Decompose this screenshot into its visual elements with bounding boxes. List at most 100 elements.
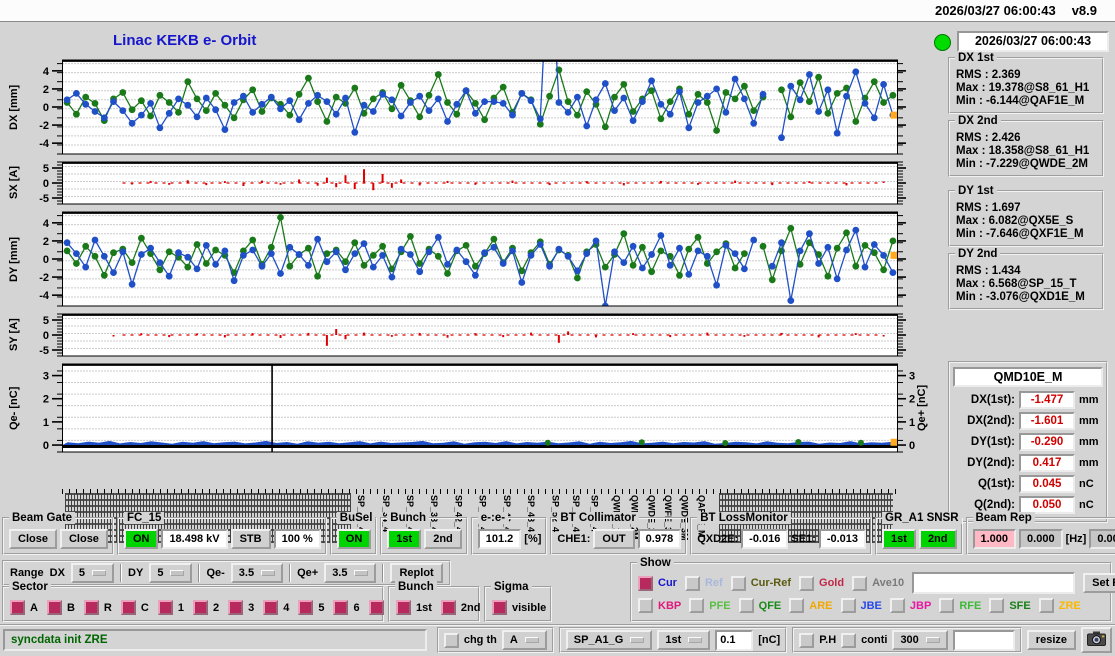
range-qe-select[interactable]: 3.5	[230, 563, 284, 583]
resize-button[interactable]: resize	[1026, 630, 1076, 650]
sector-4-checkbox[interactable]	[263, 600, 279, 615]
range-dx-select[interactable]: 5	[70, 563, 115, 583]
sector-b-toggle[interactable]: B	[46, 600, 75, 615]
show-cur-ref-toggle[interactable]: Cur-Ref	[730, 575, 792, 591]
bunch-1st-checkbox[interactable]	[396, 600, 411, 615]
sector-5-checkbox[interactable]	[298, 600, 314, 615]
show-cur-ref-label: Cur-Ref	[750, 577, 792, 589]
show-gold-toggle[interactable]: Gold	[799, 575, 844, 591]
ph-toggle[interactable]: P.H	[799, 632, 836, 648]
sector-1-toggle[interactable]: 1	[157, 600, 184, 615]
show-ave10-checkbox[interactable]	[852, 575, 868, 591]
ref-name-input[interactable]	[912, 572, 1076, 594]
sensor-select[interactable]: SP_A1_G	[565, 630, 653, 650]
show-pfe-checkbox[interactable]	[689, 598, 705, 613]
sector-6-checkbox[interactable]	[333, 600, 349, 615]
range-dy-select[interactable]: 5	[149, 563, 193, 583]
sector-3-checkbox[interactable]	[228, 600, 244, 615]
svg-text:0: 0	[43, 330, 49, 342]
show-sfe-checkbox[interactable]	[989, 598, 1005, 613]
beam-gate-close-button[interactable]: Close	[9, 529, 57, 549]
show-ref-checkbox[interactable]	[684, 575, 700, 591]
gr-a1-snsr-2nd-button[interactable]: 2nd	[918, 529, 957, 549]
show-kbp-checkbox[interactable]	[638, 598, 653, 613]
option-menu-glyph	[354, 570, 369, 576]
show-ref-toggle[interactable]: Ref	[684, 575, 723, 591]
show-cur-ref-checkbox[interactable]	[730, 575, 746, 591]
replot-button[interactable]: Replot	[390, 563, 443, 583]
sector-2-toggle[interactable]: 2	[192, 600, 219, 615]
chg-th-checkbox[interactable]	[443, 632, 459, 648]
show-are-checkbox[interactable]	[789, 598, 805, 613]
monitor-row-value: -1.601	[1019, 412, 1075, 430]
bt-collimator-out-button[interactable]: OUT	[593, 529, 635, 549]
show-qfe-toggle[interactable]: QFE	[738, 598, 781, 613]
charge-threshold-input[interactable]	[715, 629, 754, 651]
monitor-row-dx-1st: DX(1st): -1.477 mm	[953, 391, 1103, 409]
show-qfe-checkbox[interactable]	[738, 598, 754, 613]
monitor-row-dy-1st: DY(1st): -0.290 mm	[953, 433, 1103, 451]
bunch-1st-toggle[interactable]: 1st	[396, 600, 432, 615]
show-jbp-toggle[interactable]: JBP	[889, 598, 931, 613]
svg-text:0: 0	[43, 254, 49, 266]
conti-toggle[interactable]: conti	[841, 632, 887, 648]
set-ref-button[interactable]: Set Ref	[1083, 573, 1115, 593]
sector-6-toggle[interactable]: 6	[333, 600, 360, 615]
bunch-2nd-toggle[interactable]: 2nd	[440, 600, 480, 615]
sigma-visible-toggle[interactable]: visible	[492, 600, 546, 615]
chg-th-toggle[interactable]: chg th	[443, 632, 497, 648]
show-rfe-toggle[interactable]: RFE	[939, 598, 981, 613]
sector-c-checkbox[interactable]	[120, 600, 136, 615]
threshold-a-select[interactable]: A	[501, 630, 547, 650]
show-ave10-toggle[interactable]: Ave10	[852, 575, 904, 591]
beam-gate-close-button[interactable]: Close	[59, 529, 108, 549]
ph-checkbox[interactable]	[799, 632, 815, 648]
sector-a-toggle[interactable]: A	[10, 600, 38, 615]
show-rfe-checkbox[interactable]	[939, 598, 955, 613]
sector-c-toggle[interactable]: C	[120, 600, 149, 615]
show-jbe-toggle[interactable]: JBE	[840, 598, 882, 613]
sector-3-toggle[interactable]: 3	[228, 600, 254, 615]
sector-1-checkbox[interactable]	[157, 600, 173, 615]
stat-min-label: Min :	[956, 228, 987, 240]
sector-r-toggle[interactable]: R	[83, 600, 112, 615]
fc-15-on-button[interactable]: ON	[123, 529, 159, 549]
show-are-toggle[interactable]: ARE	[789, 598, 833, 613]
gr-a1-snsr-1st-button[interactable]: 1st	[882, 529, 916, 549]
sigma-visible-checkbox[interactable]	[492, 600, 507, 615]
bunch-order-select[interactable]: 1st	[657, 630, 711, 650]
bunch-2nd-button[interactable]: 2nd	[424, 529, 462, 549]
show-zre-checkbox[interactable]	[1038, 598, 1054, 613]
sector-r-checkbox[interactable]	[83, 600, 99, 615]
show-zre-toggle[interactable]: ZRE	[1038, 598, 1081, 613]
conti-checkbox[interactable]	[841, 632, 857, 648]
sector-2-checkbox[interactable]	[192, 600, 208, 615]
sector-5-toggle[interactable]: 5	[298, 600, 324, 615]
show-pfe-toggle[interactable]: PFE	[689, 598, 731, 613]
show-jbp-checkbox[interactable]	[889, 598, 905, 613]
busel-on-button[interactable]: ON	[336, 529, 372, 549]
show-sfe-toggle[interactable]: SFE	[989, 598, 1031, 613]
range-dy-label: DY	[128, 567, 144, 579]
bunch-2nd-checkbox[interactable]	[440, 600, 456, 615]
sector-4-toggle[interactable]: 4	[263, 600, 289, 615]
show-kbp-toggle[interactable]: KBP	[638, 598, 681, 613]
titlebar-version: v8.9	[1071, 3, 1097, 18]
sector-a-checkbox[interactable]	[10, 600, 25, 615]
svg-text:0: 0	[43, 440, 49, 452]
show-gold-checkbox[interactable]	[799, 575, 815, 591]
screenshot-button[interactable]	[1081, 627, 1112, 653]
range-qe-select[interactable]: 3.5	[324, 563, 377, 583]
sector-b-checkbox[interactable]	[46, 600, 62, 615]
bunch-1st-button[interactable]: 1st	[387, 529, 422, 549]
stat-min-value: -6.144@QAF1E_M	[986, 95, 1085, 107]
count-input[interactable]	[952, 629, 1015, 651]
panel-busel: BuSel ON	[329, 512, 378, 555]
fc-15-stb-button[interactable]: STB	[230, 529, 271, 549]
show-jbe-checkbox[interactable]	[840, 598, 856, 613]
show-cur-checkbox[interactable]	[638, 575, 653, 591]
svg-text:0: 0	[43, 102, 49, 114]
show-cur-toggle[interactable]: Cur	[638, 575, 677, 591]
interval-select[interactable]: 300	[892, 630, 948, 650]
sector-bt-checkbox[interactable]	[368, 600, 384, 615]
